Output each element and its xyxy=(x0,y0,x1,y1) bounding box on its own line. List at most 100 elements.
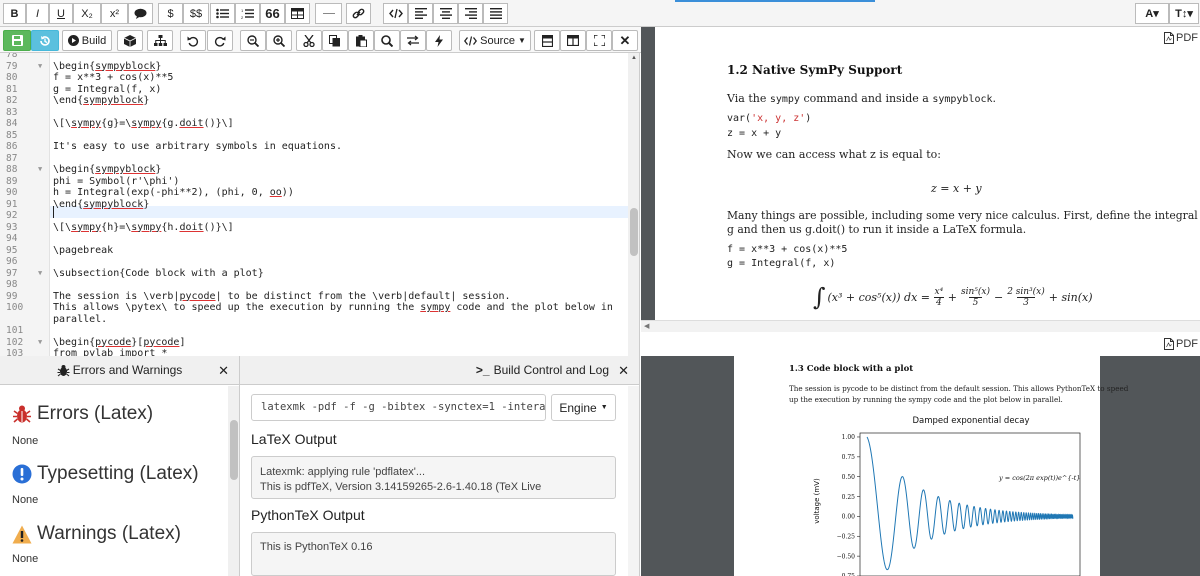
horizontal-rule-icon[interactable] xyxy=(315,3,342,24)
pdf-horizontal-scrollbar[interactable]: ◀ xyxy=(641,320,1200,332)
italic-button[interactable]: I xyxy=(26,3,49,24)
quote-button[interactable]: 66 xyxy=(260,3,285,24)
fullscreen-icon[interactable] xyxy=(586,30,612,51)
sitemap-icon[interactable] xyxy=(147,30,173,51)
bug-icon xyxy=(57,364,70,376)
pdf-section-heading: 1.2 Native SymPy Support xyxy=(727,63,903,77)
code-line: g = Integral(f, x) xyxy=(53,83,162,95)
inline-math-button[interactable]: $ xyxy=(158,3,183,24)
cut-icon[interactable] xyxy=(296,30,322,51)
bolt-icon[interactable] xyxy=(426,30,452,51)
y-axis-ticks: 1.000.750.500.250.00−0.25−0.50−0.75 xyxy=(837,434,860,576)
fold-toggle-icon[interactable]: ▼ xyxy=(38,337,42,349)
save-button[interactable] xyxy=(3,30,31,51)
comment-icon[interactable] xyxy=(128,3,153,24)
superscript-button[interactable]: x² xyxy=(101,3,128,24)
split-vertical-icon[interactable] xyxy=(560,30,586,51)
cube-icon[interactable] xyxy=(117,30,143,51)
y-tick-label: 0.25 xyxy=(842,494,856,501)
svg-text:2: 2 xyxy=(241,15,244,19)
pdf-label: PDF xyxy=(1176,338,1198,350)
build-button[interactable]: Build xyxy=(62,30,112,51)
history-button[interactable] xyxy=(31,30,59,51)
y-tick-label: −0.50 xyxy=(837,553,856,560)
line-height-dropdown[interactable]: T↕▾ xyxy=(1169,3,1199,24)
pdf-label: PDF xyxy=(1176,32,1198,44)
fold-toggle-icon[interactable]: ▼ xyxy=(38,164,42,176)
fold-toggle-icon[interactable]: ▼ xyxy=(38,268,42,280)
fold-toggle-icon[interactable]: ▼ xyxy=(38,61,42,73)
code-line: This allows \pytex\ to speed up the exec… xyxy=(53,302,613,313)
y-tick-label: −0.25 xyxy=(837,533,856,540)
link-icon[interactable] xyxy=(346,3,371,24)
errors-pane: Errors and Warnings ✕ Errors (Latex) Non… xyxy=(0,356,240,576)
pdf-section-heading: 1.3 Code block with a plot xyxy=(789,364,914,374)
close-icon[interactable]: ✕ xyxy=(612,30,638,51)
decay-plot: Damped exponential decay 1.00 0.75 0.50 0.2… xyxy=(813,416,1081,576)
close-errors-pane-icon[interactable]: ✕ xyxy=(218,363,229,379)
app-window: B I U X₂ x² $ $$ 12 66 A▾ T↕▾ Build Sour… xyxy=(0,0,1200,576)
replace-icon[interactable] xyxy=(400,30,426,51)
code-line: phi = Symbol(r'\phi') xyxy=(53,175,180,187)
align-center-icon[interactable] xyxy=(433,3,458,24)
paste-icon[interactable] xyxy=(348,30,374,51)
latex-output-heading: LaTeX Output xyxy=(251,431,337,447)
numbered-list-icon[interactable]: 12 xyxy=(235,3,260,24)
pdf-preview-bottom[interactable]: PDF 1.3 Code block with a plot The sessi… xyxy=(641,333,1200,576)
latex-output-box[interactable]: Latexmk: applying rule 'pdflatex'... Thi… xyxy=(251,456,616,499)
active-indicator xyxy=(675,0,875,2)
subscript-button[interactable]: X₂ xyxy=(73,3,101,24)
chart-title: Damped exponential decay xyxy=(913,416,1030,426)
build-command-input[interactable]: latexmk -pdf -f -g -bibtex -synctex=1 -i… xyxy=(251,394,546,421)
editor-scrollbar-thumb[interactable] xyxy=(630,208,638,256)
pdf-paragraph-3a: Many things are possible, including some… xyxy=(727,209,1200,222)
errors-scrollbar-thumb[interactable] xyxy=(230,420,238,480)
code-icon[interactable] xyxy=(383,3,408,24)
warning-icon xyxy=(12,525,32,543)
pdf-paragraph-1: Via the sympy command and inside a sympy… xyxy=(727,92,997,105)
split-horizontal-icon[interactable] xyxy=(534,30,560,51)
bold-button[interactable]: B xyxy=(3,3,26,24)
errors-pane-title: Errors and Warnings xyxy=(72,363,183,377)
pdf-preview-top[interactable]: PDF 1.2 Native SymPy Support Via the sym… xyxy=(641,27,1200,332)
plot-frame xyxy=(859,432,1081,576)
search-icon[interactable] xyxy=(374,30,400,51)
close-log-pane-icon[interactable]: ✕ xyxy=(618,363,629,379)
pythontex-output-box[interactable]: This is PythonTeX 0.16 xyxy=(251,532,616,576)
pdf-paragraph-2: Now we can access what z is equal to: xyxy=(727,148,941,161)
svg-text:1: 1 xyxy=(241,8,244,13)
y-tick-label: 0.00 xyxy=(842,514,856,521)
undo-icon[interactable] xyxy=(180,30,206,51)
font-size-dropdown[interactable]: A▾ xyxy=(1135,3,1169,24)
bullet-list-icon[interactable] xyxy=(210,3,235,24)
align-right-icon[interactable] xyxy=(458,3,483,24)
engine-dropdown[interactable]: Engine ▼ xyxy=(551,394,616,421)
table-icon[interactable] xyxy=(285,3,310,24)
log-scrollbar[interactable] xyxy=(628,386,639,576)
errors-latex-heading: Errors (Latex) xyxy=(12,403,153,425)
code-line: \begin{sympyblock} xyxy=(53,60,162,72)
typesetting-latex-heading: Typesetting (Latex) xyxy=(12,463,199,485)
underline-button[interactable]: U xyxy=(49,3,73,24)
format-toolbar: B I U X₂ x² $ $$ 12 66 A▾ T↕▾ xyxy=(0,0,1200,27)
code-editor[interactable]: 78 79 ▼ 80 81 82 83 84 85 86 87 88 ▼ 89 90 91 92 93 94 95 96… xyxy=(0,53,640,356)
y-tick-label: 0.50 xyxy=(842,474,856,481)
code-line: f = x**3 + cos(x)**5 xyxy=(53,72,174,83)
zoom-in-icon[interactable] xyxy=(266,30,292,51)
pdf-header: PDF xyxy=(1164,333,1200,355)
source-dropdown[interactable]: Source ▼ xyxy=(459,30,531,51)
align-justify-icon[interactable] xyxy=(483,3,508,24)
display-math-button[interactable]: $$ xyxy=(183,3,209,24)
pythontex-output-heading: PythonTeX Output xyxy=(251,507,365,523)
typesetting-latex-value: None xyxy=(12,494,39,506)
copy-icon[interactable] xyxy=(322,30,348,51)
errors-scrollbar[interactable] xyxy=(228,386,239,576)
editor-scrollbar[interactable]: ▲ xyxy=(628,53,639,356)
source-label: Source xyxy=(480,34,515,47)
zoom-out-icon[interactable] xyxy=(240,30,266,51)
pdf-paragraph-line-2: up the execution by running the sympy co… xyxy=(789,395,1063,404)
redo-icon[interactable] xyxy=(207,30,233,51)
align-left-icon[interactable] xyxy=(408,3,433,24)
build-label: Build xyxy=(81,34,107,47)
scroll-up-icon[interactable]: ▲ xyxy=(631,55,637,61)
